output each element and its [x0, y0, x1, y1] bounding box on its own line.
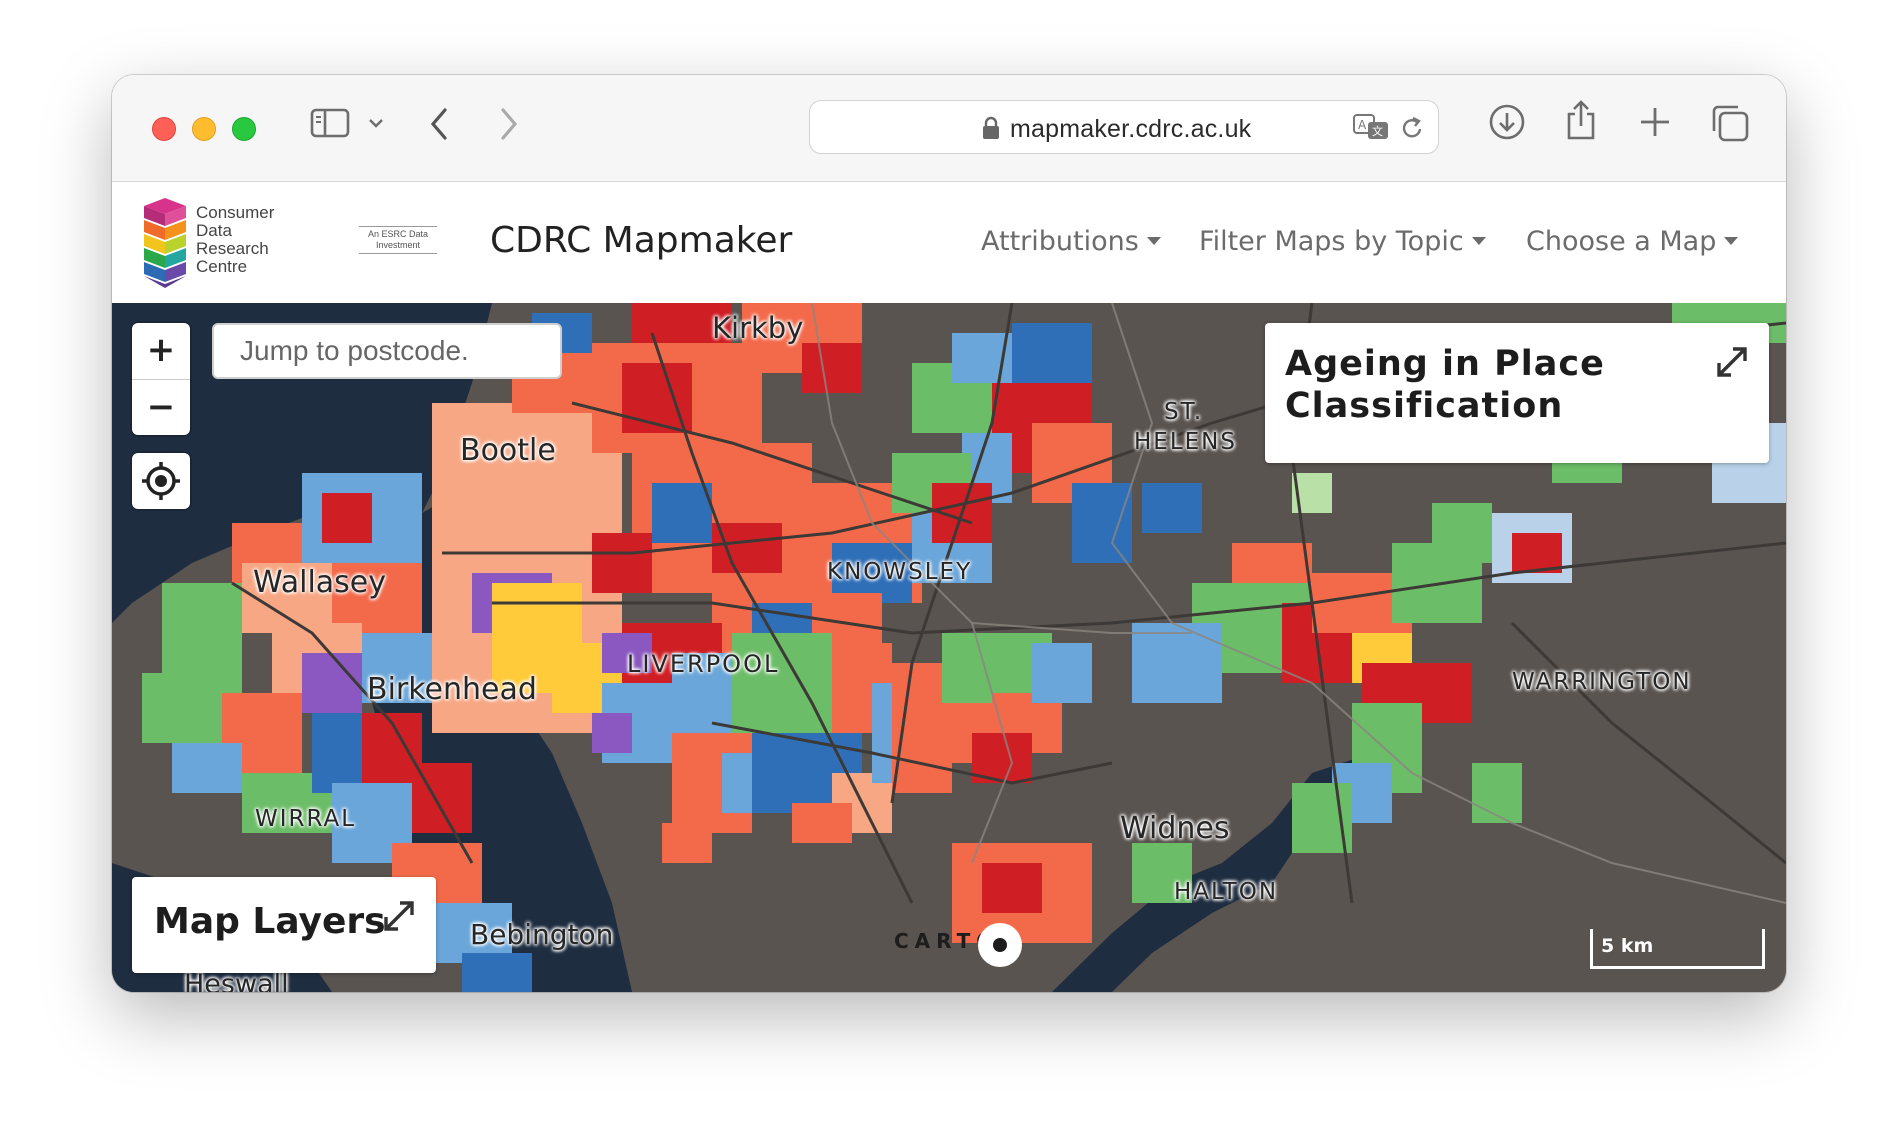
- zoom-control: + −: [132, 323, 190, 435]
- postcode-search-input[interactable]: Jump to postcode.: [212, 323, 562, 379]
- crosshair-icon: [142, 462, 180, 500]
- legend-panel: Ageing in Place Classification: [1265, 323, 1769, 463]
- choose-map-dropdown[interactable]: Choose a Map: [1526, 226, 1739, 257]
- esrc-line: An ESRC Data: [367, 229, 429, 239]
- place-label-wallasey: Wallasey: [253, 565, 387, 600]
- share-icon[interactable]: [1564, 99, 1598, 141]
- cdrc-logo-icon[interactable]: [142, 198, 188, 292]
- url-text: mapmaker.cdrc.ac.uk: [1010, 115, 1252, 143]
- locate-button[interactable]: [132, 453, 190, 509]
- caret-down-icon: [1146, 237, 1161, 245]
- cdrc-logo-text: Consumer Data Research Centre: [196, 204, 274, 276]
- download-icon[interactable]: [1488, 103, 1526, 141]
- filter-topic-dropdown[interactable]: Filter Maps by Topic: [1199, 226, 1486, 257]
- attributions-dropdown[interactable]: Attributions: [981, 226, 1161, 257]
- back-arrow-icon[interactable]: [428, 107, 450, 141]
- logo-line: Data: [196, 221, 232, 240]
- browser-toolbar: mapmaker.cdrc.ac.uk A文: [112, 75, 1786, 182]
- sidebar-toggle-icon[interactable]: [310, 107, 350, 139]
- map-canvas[interactable]: Kirkby Bootle ST. HELENS KNOWSLEY Wallas…: [112, 303, 1786, 992]
- scale-label: 5 km: [1601, 935, 1654, 957]
- place-label-liverpool: LIVERPOOL: [627, 650, 780, 678]
- forward-arrow-icon[interactable]: [498, 107, 520, 141]
- maximize-window-button[interactable]: [232, 117, 256, 141]
- reload-icon[interactable]: [1400, 115, 1424, 141]
- logo-line: Centre: [196, 257, 248, 276]
- place-label-birkenhead: Birkenhead: [367, 672, 537, 707]
- map-layers-panel[interactable]: Map Layers: [132, 877, 436, 973]
- app-title: CDRC Mapmaker: [490, 220, 793, 261]
- esrc-line: Investment: [375, 240, 421, 250]
- chevron-down-icon[interactable]: [368, 117, 384, 129]
- translate-icon[interactable]: A文: [1352, 113, 1390, 141]
- place-label-bootle: Bootle: [460, 433, 556, 468]
- caret-down-icon: [1471, 237, 1486, 245]
- attributions-label: Attributions: [981, 226, 1139, 257]
- zoom-in-button[interactable]: +: [132, 323, 190, 379]
- place-label-knowsley: KNOWSLEY: [827, 559, 973, 585]
- logo-line: Research: [196, 239, 269, 258]
- lock-icon: [982, 116, 1000, 144]
- address-bar[interactable]: mapmaker.cdrc.ac.uk A文: [809, 100, 1439, 154]
- scale-bar: 5 km: [1590, 929, 1765, 969]
- close-window-button[interactable]: [152, 117, 176, 141]
- esrc-logo[interactable]: An ESRC Data Investment: [359, 226, 437, 254]
- place-label-st-helens: HELENS: [1134, 429, 1237, 455]
- minimize-window-button[interactable]: [192, 117, 216, 141]
- place-label-warrington: WARRINGTON: [1512, 669, 1692, 695]
- filter-topic-label: Filter Maps by Topic: [1199, 226, 1464, 257]
- new-tab-icon[interactable]: [1638, 105, 1672, 139]
- svg-text:A: A: [1358, 118, 1367, 132]
- place-label-kirkby: Kirkby: [712, 311, 804, 345]
- caret-down-icon: [1724, 237, 1739, 245]
- tab-overview-icon[interactable]: [1710, 103, 1750, 143]
- place-label-wirral: WIRRAL: [255, 806, 357, 832]
- choose-map-label: Choose a Map: [1526, 226, 1717, 257]
- carto-logo-icon: [978, 923, 1022, 967]
- map-layers-title: Map Layers: [154, 901, 386, 942]
- app-header: Consumer Data Research Centre An ESRC Da…: [112, 182, 1786, 303]
- legend-title: Ageing in Place Classification: [1285, 344, 1605, 426]
- logo-line: Consumer: [196, 203, 275, 222]
- place-label-st-helens: ST.: [1164, 399, 1204, 425]
- expand-icon[interactable]: [1715, 345, 1749, 383]
- browser-window: mapmaker.cdrc.ac.uk A文 Consumer Data Res…: [112, 75, 1786, 992]
- expand-icon[interactable]: [382, 899, 416, 937]
- place-label-bebington: Bebington: [470, 918, 614, 951]
- zoom-out-button[interactable]: −: [132, 380, 190, 436]
- place-label-halton: HALTON: [1174, 879, 1279, 905]
- place-label-widnes: Widnes: [1120, 811, 1230, 846]
- svg-text:文: 文: [1372, 124, 1383, 138]
